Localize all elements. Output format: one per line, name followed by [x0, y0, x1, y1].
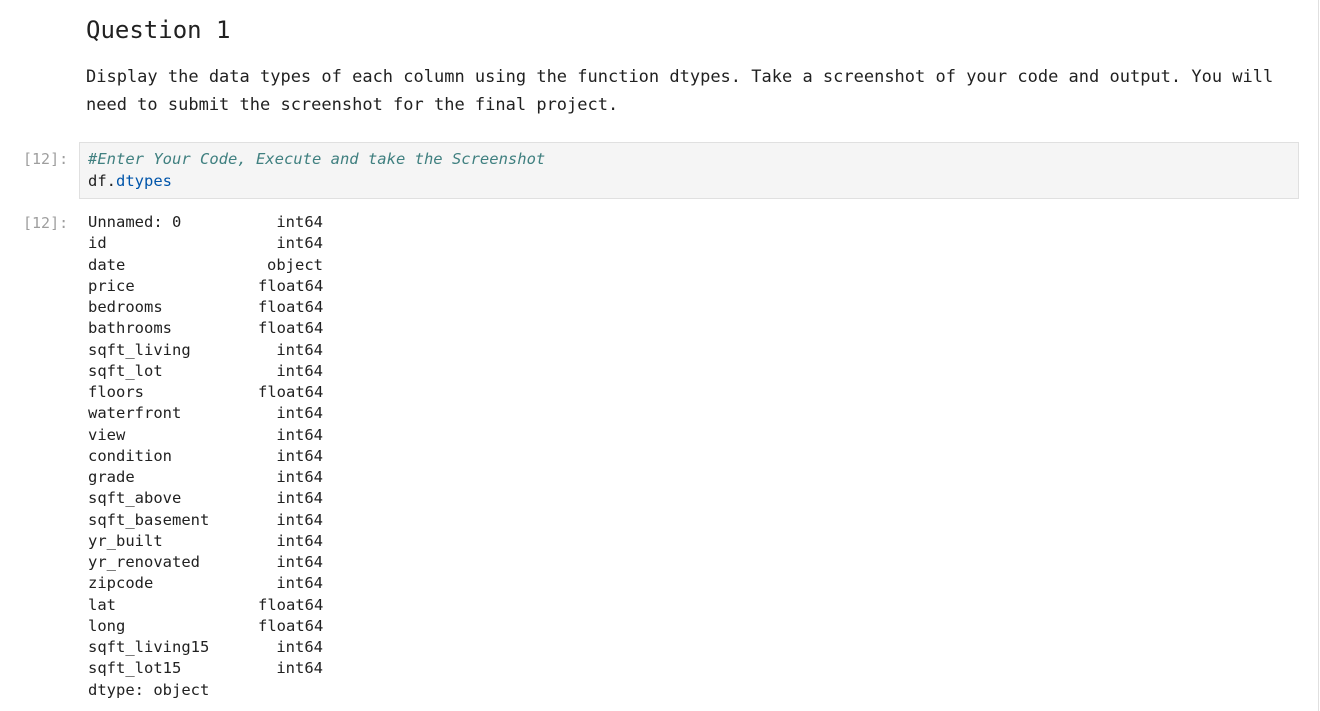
dtype-row: bedrooms float64 — [88, 297, 323, 318]
column-name: sqft_living — [88, 340, 191, 359]
dtype-row: sqft_basement int64 — [88, 510, 323, 531]
column-dtype: float64 — [258, 383, 324, 401]
column-dtype: int64 — [276, 213, 323, 231]
column-dtype: int64 — [276, 489, 323, 508]
column-name: sqft_living15 — [88, 638, 210, 656]
dtype-row: sqft_living15 int64 — [88, 637, 323, 658]
column-dtype: int64 — [276, 531, 323, 550]
dtype-row: yr_built int64 — [88, 531, 323, 552]
dtype-row: id int64 — [88, 233, 323, 254]
column-dtype: int64 — [276, 574, 323, 593]
column-dtype: int64 — [276, 659, 323, 678]
dtype-row: grade int64 — [88, 467, 323, 488]
column-name: lat — [88, 595, 116, 614]
code-attribute: dtypes — [116, 172, 173, 190]
column-dtype: int64 — [276, 361, 323, 380]
column-name: long — [88, 616, 126, 635]
column-dtype: int64 — [276, 553, 323, 571]
column-name: sqft_lot15 — [88, 659, 182, 678]
column-name: zipcode — [88, 574, 154, 593]
column-name: price — [88, 276, 135, 295]
column-name: floors — [88, 383, 144, 401]
column-name: bedrooms — [88, 298, 163, 316]
column-name: bathrooms — [88, 319, 172, 338]
dtype-row: condition int64 — [88, 446, 323, 467]
column-name: yr_built — [88, 531, 163, 550]
column-name: date — [88, 255, 126, 274]
question-instructions: Display the data types of each column us… — [86, 67, 1274, 115]
column-dtype: int64 — [276, 510, 323, 529]
column-dtype: int64 — [276, 234, 323, 253]
column-dtype: float64 — [258, 616, 324, 635]
column-name: Unnamed: 0 — [88, 213, 182, 231]
dtype-row: lat float64 — [88, 595, 323, 616]
column-dtype: int64 — [276, 425, 323, 444]
dtype-row: price float64 — [88, 276, 323, 297]
dtype-row: sqft_living int64 — [88, 340, 323, 361]
dtype-row: sqft_lot15 int64 — [88, 658, 323, 679]
column-dtype: int64 — [276, 638, 323, 656]
dtype-row: sqft_above int64 — [88, 488, 323, 509]
dtype-footer: dtype: object — [88, 680, 210, 699]
column-dtype: int64 — [276, 446, 323, 465]
column-name: sqft_above — [88, 489, 182, 508]
output-prompt: [12]: — [23, 214, 69, 232]
code-object: df — [88, 172, 107, 190]
column-dtype: int64 — [276, 340, 323, 359]
code-statement-line: df.dtypes — [88, 170, 172, 192]
code-comment: #Enter Your Code, Execute and take the S… — [88, 150, 546, 168]
column-dtype: float64 — [258, 298, 324, 316]
column-dtype: float64 — [258, 319, 324, 338]
dtype-row: long float64 — [88, 616, 323, 637]
column-name: grade — [88, 468, 135, 486]
dtype-row: floors float64 — [88, 382, 323, 403]
code-input-cell[interactable]: #Enter Your Code, Execute and take the S… — [79, 142, 1299, 199]
dtype-row: view int64 — [88, 425, 323, 446]
question-heading: Question 1 — [86, 16, 231, 44]
column-name: sqft_lot — [88, 361, 163, 380]
column-name: yr_renovated — [88, 553, 200, 571]
column-dtype: float64 — [258, 276, 324, 295]
dtype-row: date object — [88, 255, 323, 276]
column-dtype: object — [267, 255, 323, 274]
code-comment-line: #Enter Your Code, Execute and take the S… — [88, 148, 545, 170]
column-name: condition — [88, 446, 172, 465]
dtype-row: zipcode int64 — [88, 573, 323, 594]
column-dtype: float64 — [258, 595, 324, 614]
notebook-right-border — [1318, 0, 1319, 711]
column-name: sqft_basement — [88, 510, 210, 529]
dtype-row: yr_renovated int64 — [88, 552, 323, 573]
code-dot: . — [106, 172, 117, 190]
input-prompt: [12]: — [23, 150, 69, 168]
dtype-row: Unnamed: 0 int64 — [88, 212, 323, 233]
column-name: view — [88, 425, 126, 444]
dtype-list: Unnamed: 0 int64 id int64 date object price flo… — [88, 212, 323, 680]
column-name: id — [88, 234, 107, 253]
dtype-row: bathrooms float64 — [88, 318, 323, 339]
dtype-row: waterfront int64 — [88, 403, 323, 424]
column-dtype: int64 — [276, 404, 323, 423]
dtype-row: sqft_lot int64 — [88, 361, 323, 382]
output-area: Unnamed: 0 int64 id int64 date object price flo… — [88, 212, 323, 701]
column-dtype: int64 — [276, 468, 323, 486]
column-name: waterfront — [88, 404, 182, 423]
